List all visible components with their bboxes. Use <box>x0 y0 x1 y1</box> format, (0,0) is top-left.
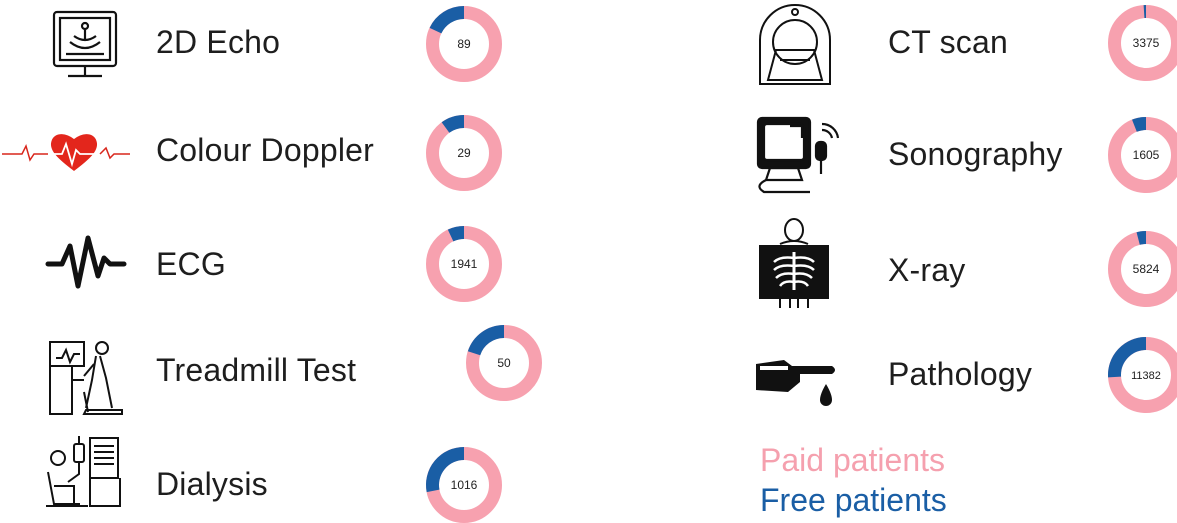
donut-svg: 11382 <box>1108 337 1177 413</box>
donut-center-label: 3375 <box>1133 36 1160 50</box>
donut-svg: 50 <box>466 325 542 401</box>
label-x-ray: X-ray <box>888 252 965 289</box>
free-slice <box>474 332 504 354</box>
label-dialysis: Dialysis <box>156 466 268 503</box>
label-sonography: Sonography <box>888 136 1063 173</box>
donut-sonography: 1605 <box>1108 117 1177 193</box>
legend-free-patients: Free patients <box>760 482 947 519</box>
donut-svg: 3375 <box>1108 5 1177 81</box>
donut-2d-echo: 89 <box>426 6 502 82</box>
donut-x-ray: 5824 <box>1108 231 1177 307</box>
donut-ct-scan: 3375 <box>1108 5 1177 81</box>
donut-pathology: 11382 <box>1108 337 1177 413</box>
legend-paid-patients: Paid patients <box>760 442 945 479</box>
xray-icon <box>750 218 840 308</box>
free-slice <box>1138 238 1146 239</box>
echo-monitor-icon <box>40 0 130 90</box>
free-slice <box>451 233 464 236</box>
label-2d-echo: 2D Echo <box>156 24 280 61</box>
donut-colour-doppler: 29 <box>426 115 502 191</box>
donut-svg: 89 <box>426 6 502 82</box>
donut-svg: 1941 <box>426 226 502 302</box>
donut-center-label: 89 <box>457 37 471 51</box>
label-treadmill-test: Treadmill Test <box>156 352 356 389</box>
heart-ecg-icon <box>2 108 130 198</box>
dialysis-icon <box>40 430 130 520</box>
free-slice <box>435 13 464 31</box>
donut-dialysis: 1016 <box>426 447 502 523</box>
donut-center-label: 11382 <box>1131 370 1161 382</box>
donut-center-label: 29 <box>457 146 471 160</box>
donut-ecg: 1941 <box>426 226 502 302</box>
label-ecg: ECG <box>156 246 226 283</box>
free-slice <box>445 122 464 128</box>
donut-svg: 1605 <box>1108 117 1177 193</box>
pathology-icon <box>750 330 840 420</box>
donut-center-label: 1016 <box>451 478 478 492</box>
treadmill-icon <box>40 332 130 422</box>
free-slice <box>1134 124 1146 126</box>
ct-scanner-icon <box>750 0 840 90</box>
label-ct-scan: CT scan <box>888 24 1008 61</box>
donut-center-label: 5824 <box>1133 262 1160 276</box>
donut-center-label: 1605 <box>1133 148 1160 162</box>
donut-center-label: 1941 <box>451 257 478 271</box>
donut-center-label: 50 <box>497 356 511 370</box>
label-pathology: Pathology <box>888 356 1032 393</box>
donut-treadmill-test: 50 <box>466 325 542 401</box>
donut-svg: 1016 <box>426 447 502 523</box>
label-colour-doppler: Colour Doppler <box>156 132 374 169</box>
sonography-icon <box>750 110 840 200</box>
donut-svg: 5824 <box>1108 231 1177 307</box>
ecg-wave-icon <box>40 216 130 306</box>
donut-svg: 29 <box>426 115 502 191</box>
